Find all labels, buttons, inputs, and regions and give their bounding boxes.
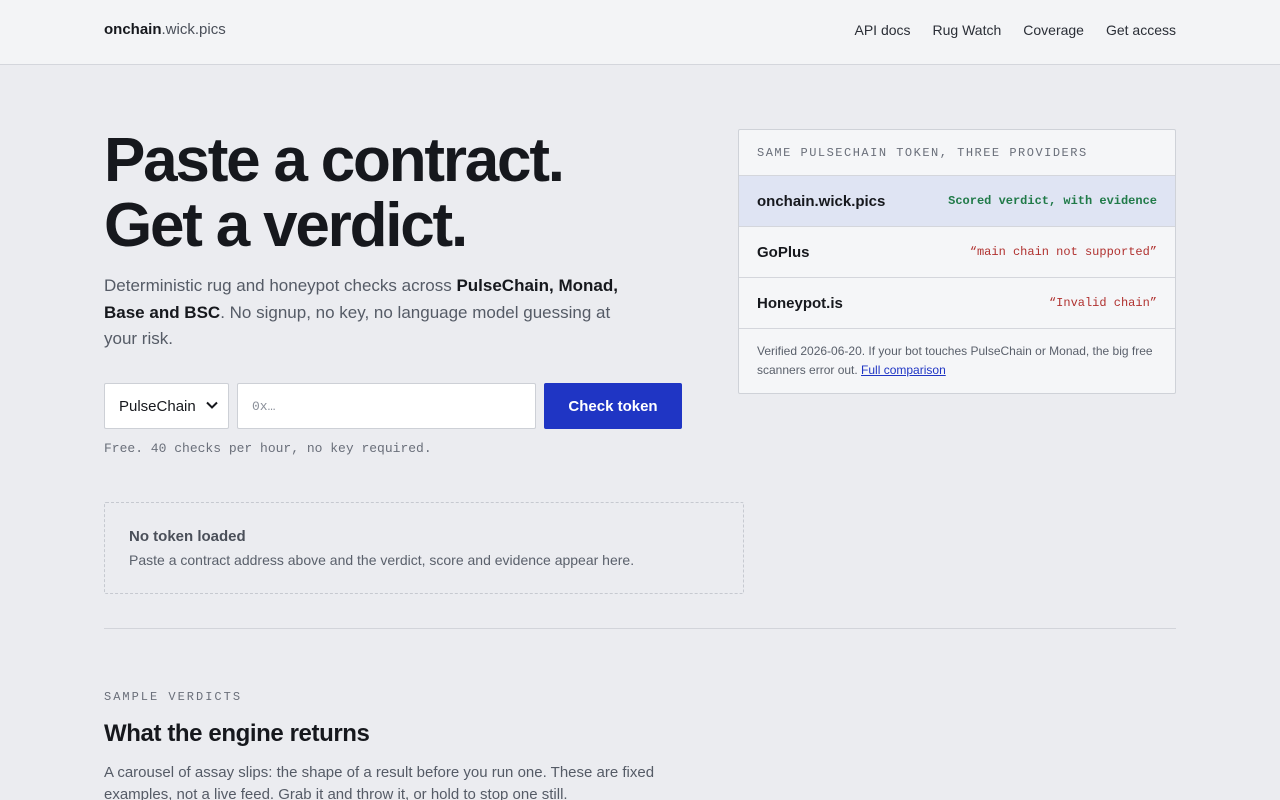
- chevron-down-icon: [206, 400, 218, 412]
- chain-select[interactable]: PulseChain: [104, 383, 229, 429]
- rate-limit-note: Free. 40 checks per hour, no key require…: [104, 441, 432, 456]
- result-empty-state: No token loaded Paste a contract address…: [104, 502, 744, 594]
- hero-lede: Deterministic rug and honeypot checks ac…: [104, 273, 634, 353]
- top-nav-bar: onchain.wick.pics API docs Rug Watch Cov…: [0, 0, 1280, 65]
- provider-name: Honeypot.is: [757, 294, 843, 312]
- provider-name: GoPlus: [757, 243, 810, 261]
- comparison-row: onchain.wick.pics Scored verdict, with e…: [739, 176, 1175, 227]
- provider-result: Scored verdict, with evidence: [948, 194, 1157, 208]
- full-comparison-link[interactable]: Full comparison: [861, 363, 946, 377]
- brand-strong: onchain: [104, 21, 162, 38]
- empty-state-title: No token loaded: [129, 528, 246, 545]
- nav-get-access[interactable]: Get access: [1106, 22, 1176, 38]
- brand-rest: .wick.pics: [161, 21, 226, 38]
- hero-title-line-1: Paste a contract.: [104, 126, 565, 195]
- section-divider: [104, 628, 1176, 629]
- comparison-heading: SAME PULSECHAIN TOKEN, THREE PROVIDERS: [739, 130, 1175, 176]
- nav-api-docs[interactable]: API docs: [855, 22, 911, 38]
- lede-part-1: Deterministic rug and honeypot checks ac…: [104, 276, 457, 295]
- provider-comparison-card: SAME PULSECHAIN TOKEN, THREE PROVIDERS o…: [738, 129, 1176, 394]
- comparison-row: GoPlus “main chain not supported”: [739, 227, 1175, 278]
- provider-result: “main chain not supported”: [969, 245, 1157, 259]
- provider-name: onchain.wick.pics: [757, 192, 886, 210]
- nav-rug-watch[interactable]: Rug Watch: [933, 22, 1002, 38]
- samples-title: What the engine returns: [104, 720, 370, 747]
- hero-title-line-2: Get a verdict.: [104, 191, 468, 260]
- nav-coverage[interactable]: Coverage: [1023, 22, 1084, 38]
- comparison-footer-text: Verified 2026-06-20. If your bot touches…: [757, 344, 1153, 377]
- comparison-row: Honeypot.is “Invalid chain”: [739, 278, 1175, 329]
- check-token-button[interactable]: Check token: [544, 383, 682, 429]
- samples-description: A carousel of assay slips: the shape of …: [104, 764, 655, 800]
- provider-result: “Invalid chain”: [1048, 296, 1157, 310]
- empty-state-text: Paste a contract address above and the v…: [129, 552, 635, 568]
- chain-select-value: PulseChain: [119, 397, 196, 415]
- samples-eyebrow: SAMPLE VERDICTS: [104, 690, 243, 704]
- main-nav: API docs Rug Watch Coverage Get access: [855, 22, 1177, 38]
- comparison-footer: Verified 2026-06-20. If your bot touches…: [739, 329, 1175, 380]
- hero-title: Paste a contract. Get a verdict.: [104, 128, 704, 258]
- contract-address-input[interactable]: [237, 383, 536, 429]
- brand-logo-link[interactable]: onchain.wick.pics: [104, 21, 226, 38]
